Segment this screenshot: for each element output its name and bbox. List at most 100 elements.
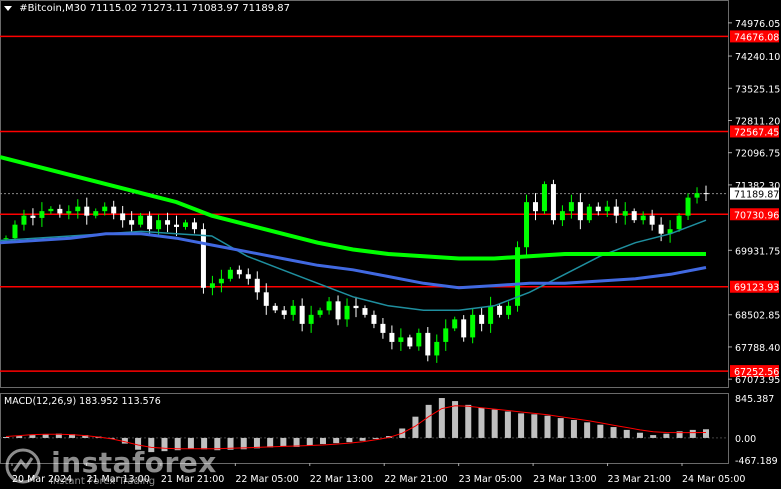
candle-body: [21, 215, 27, 225]
macd-bar: [544, 415, 551, 438]
candle-body: [353, 305, 359, 309]
y-tick-label: 74240.10: [735, 52, 780, 63]
level-label: 69123.93: [734, 283, 779, 294]
price-chart: 74676.0872567.4570730.9669123.9367252.56…: [0, 0, 780, 485]
macd-tick-label: 0.00: [735, 434, 756, 445]
candle-body: [470, 314, 476, 338]
candle-body: [129, 220, 135, 225]
candle-body: [685, 197, 691, 216]
candle-body: [577, 202, 583, 221]
candle-body: [389, 332, 395, 342]
candle-body: [559, 211, 565, 221]
macd-bar: [425, 404, 432, 438]
instaforex-logo: instaforex Instant Forex Trading: [4, 446, 217, 489]
y-tick-label: 71382.30: [735, 181, 780, 192]
candle-body: [120, 213, 126, 221]
dropdown-icon[interactable]: [4, 5, 12, 11]
macd-bar: [359, 437, 366, 441]
candle-body: [461, 319, 467, 338]
candle-body: [443, 328, 449, 342]
candle-body: [344, 305, 350, 320]
y-tick-label: 73525.15: [735, 84, 780, 95]
y-tick-label: 67073.95: [735, 375, 780, 386]
candle-body: [281, 310, 287, 315]
candle-body: [39, 211, 45, 218]
candle-body: [191, 222, 197, 230]
candle-body: [12, 224, 18, 239]
candle-body: [380, 323, 386, 333]
macd-bar: [16, 436, 23, 438]
candle-body: [326, 301, 332, 311]
candle-body: [57, 208, 63, 214]
macd-bar: [597, 424, 604, 438]
candle-body: [622, 211, 628, 216]
candle-body: [236, 269, 242, 275]
candle-body: [649, 215, 655, 225]
y-tick-label: 68502.85: [735, 311, 780, 322]
chart-frame: [0, 0, 729, 464]
y-tick-label: 72096.75: [735, 149, 780, 160]
macd-bar: [253, 437, 260, 449]
candle-body: [308, 314, 314, 324]
candle-body: [218, 278, 224, 284]
candle-body: [200, 229, 206, 288]
level-label: 72567.45: [734, 127, 779, 138]
candle-body: [398, 337, 404, 342]
ma-mid-line: [0, 232, 707, 290]
y-tick-label: 74976.05: [735, 19, 780, 30]
candle-body: [434, 341, 440, 356]
macd-bar: [570, 419, 577, 438]
macd-bar: [610, 427, 617, 438]
candle-body: [66, 211, 72, 214]
candle-body: [299, 305, 305, 324]
candle-body: [48, 208, 54, 212]
level-label: 70730.96: [734, 210, 779, 221]
candle-body: [416, 332, 422, 347]
price-axis: 74976.05 74240.10 73525.15 72811.20 72096.75…: [728, 19, 780, 386]
chart-header: #Bitcoin,M30 71115.02 71273.11 71083.97 …: [4, 3, 290, 14]
macd-bar: [372, 437, 379, 439]
level-lines: 74676.0872567.4570730.9669123.9367252.56…: [0, 30, 779, 378]
candle-body: [497, 305, 503, 315]
candle-body: [227, 269, 233, 279]
y-tick-label: 72811.20: [735, 116, 780, 127]
candle-body: [595, 206, 601, 212]
macd-bar: [333, 437, 340, 444]
macd-tick-label: -467.189: [735, 456, 778, 467]
candle-body: [425, 332, 431, 356]
macd-bar: [267, 437, 274, 448]
x-tick-label: 23 Mar 21:00: [608, 474, 671, 485]
macd-bar: [504, 411, 511, 438]
candle-body: [452, 319, 458, 329]
candle-body: [703, 193, 709, 195]
candle-body: [613, 206, 619, 216]
macd-bar: [584, 422, 591, 438]
candle-body: [75, 206, 81, 212]
macd-bar: [306, 437, 313, 446]
candle-body: [631, 211, 637, 221]
x-tick-label: 22 Mar 05:00: [235, 474, 298, 485]
candle-body: [335, 301, 341, 320]
macd-bar: [478, 407, 485, 438]
y-tick-label: 69931.75: [735, 246, 780, 257]
candle-body: [272, 305, 278, 311]
x-tick-label: 22 Mar 13:00: [310, 474, 373, 485]
candle-body: [488, 305, 494, 324]
candle-body: [371, 314, 377, 324]
y-tick-label: 67788.40: [735, 343, 780, 354]
candle-body: [640, 215, 646, 221]
macd-bar: [29, 435, 36, 438]
macd-bar: [346, 437, 353, 443]
ohlc-values: 71115.02 71273.11 71083.97 71189.87: [89, 3, 290, 14]
candle-body: [254, 278, 260, 293]
macd-bar: [623, 429, 630, 438]
macd-bar: [663, 433, 670, 438]
symbol-label: #Bitcoin,M30: [19, 3, 87, 14]
candle-body: [147, 215, 153, 230]
x-tick-label: 23 Mar 05:00: [459, 474, 522, 485]
candle-body: [165, 220, 171, 225]
candle-body: [3, 238, 9, 240]
macd-bar: [280, 437, 287, 447]
candle-body: [93, 211, 99, 216]
macd-label: MACD(12,26,9) 183.952 113.576: [4, 396, 161, 407]
